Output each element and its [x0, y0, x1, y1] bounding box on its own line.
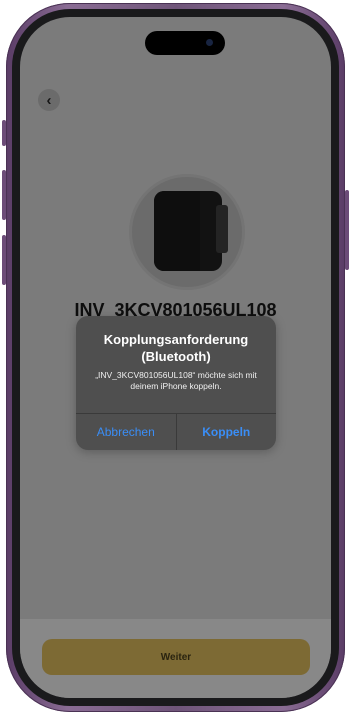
volume-up-button: [2, 170, 6, 220]
action-button: [2, 120, 6, 146]
continue-button[interactable]: Weiter: [42, 639, 310, 675]
cancel-button[interactable]: Abbrechen: [76, 414, 176, 450]
power-button: [345, 190, 349, 270]
dialog-message: „INV_3KCV801056UL108“ möchte sich mit de…: [95, 370, 257, 391]
dialog-title: Kopplungsanforderung (Bluetooth): [103, 332, 249, 364]
pair-button[interactable]: Koppeln: [177, 414, 277, 450]
dialog-actions: Abbrechen Koppeln: [76, 413, 276, 450]
volume-down-button: [2, 235, 6, 285]
bluetooth-pairing-dialog: Kopplungsanforderung (Bluetooth) „INV_3K…: [76, 316, 276, 450]
phone-screen: ‹ INV_3KCV801056UL108 Kopplungsanforderu…: [20, 17, 331, 698]
